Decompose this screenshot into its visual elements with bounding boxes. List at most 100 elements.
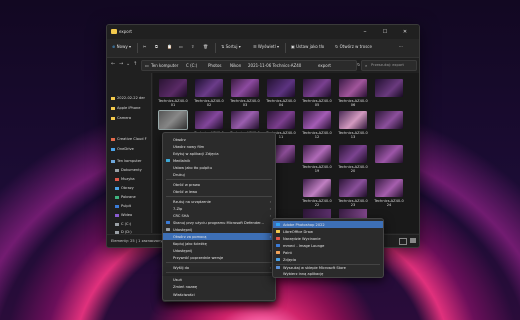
title-bar[interactable]: export – ☐ ✕ bbox=[107, 25, 419, 39]
image-thumbnail[interactable] bbox=[339, 79, 367, 97]
image-thumbnail[interactable] bbox=[195, 79, 223, 97]
menu-item-give-access[interactable]: Udostępnij › bbox=[163, 247, 275, 254]
menu-item-properties[interactable]: Właściwości bbox=[163, 291, 275, 298]
menu-item-share[interactable]: Udostępnij bbox=[163, 226, 275, 233]
open-button[interactable]: ↻ Otwórz w trosce bbox=[335, 44, 372, 49]
image-thumbnail[interactable] bbox=[159, 79, 187, 97]
back-icon[interactable]: ← bbox=[111, 61, 115, 67]
image-thumbnail[interactable] bbox=[375, 145, 403, 163]
maximize-button[interactable]: ☐ bbox=[377, 29, 393, 35]
submenu-item-libreoffice-draw[interactable]: LibreOffice Draw bbox=[273, 228, 383, 235]
refresh-icon[interactable]: ↻ bbox=[357, 62, 360, 67]
breadcrumb-export[interactable]: export bbox=[318, 63, 331, 68]
share-icon[interactable]: ⇪ bbox=[191, 44, 194, 49]
thumbnail-view-icon[interactable] bbox=[410, 238, 416, 243]
submenu-item-paint[interactable]: Paint bbox=[273, 249, 383, 256]
submenu-item-photos[interactable]: Zdjęcia bbox=[273, 256, 383, 263]
sidebar-item-desktop[interactable]: Pulpit bbox=[115, 204, 131, 208]
breadcrumb-photos[interactable]: Photos bbox=[208, 63, 222, 68]
image-thumbnail[interactable] bbox=[375, 111, 403, 129]
sidebar-item-documents[interactable]: Dokumenty bbox=[115, 168, 142, 172]
image-thumbnail[interactable] bbox=[267, 79, 295, 97]
image-thumbnail[interactable] bbox=[195, 111, 223, 129]
menu-item-cast[interactable]: Rzutuj na urządzenie › bbox=[163, 198, 275, 205]
view-label: Wyświetl bbox=[257, 44, 276, 49]
search-input[interactable]: ⌕ Przeszukaj: export bbox=[361, 60, 417, 71]
breadcrumb-c[interactable]: C (C:) bbox=[186, 63, 197, 68]
computer-icon: ▭ bbox=[145, 63, 149, 68]
sidebar-item-downloads[interactable]: Pobrane bbox=[115, 195, 136, 199]
close-button[interactable]: ✕ bbox=[397, 29, 413, 35]
menu-item-rotate-left[interactable]: Obróć w lewo bbox=[163, 188, 275, 195]
paint-icon bbox=[276, 251, 280, 254]
paste-icon[interactable]: 📋 bbox=[167, 44, 172, 49]
menu-item-media[interactable]: Medialnik bbox=[163, 157, 275, 164]
image-thumbnail[interactable] bbox=[267, 111, 295, 129]
menu-item-open-with[interactable]: Otwórz za pomocą › bbox=[163, 233, 275, 240]
menu-item-print[interactable]: Drukuj bbox=[163, 171, 275, 178]
sidebar-item-creative-cloud[interactable]: Creative Cloud F bbox=[111, 137, 147, 141]
image-thumbnail[interactable] bbox=[231, 111, 259, 129]
menu-item-new-video[interactable]: Utwórz nowy film bbox=[163, 143, 275, 150]
sidebar-item-apple-iphone[interactable]: Apple iPhone bbox=[111, 106, 141, 110]
menu-item-set-background[interactable]: Ustaw jako tło pulpitu bbox=[163, 164, 275, 171]
sort-button[interactable]: ⇅ Sortuj ▾ bbox=[221, 44, 241, 49]
set-wallpaper-button[interactable]: ▣ Ustaw jako tło bbox=[291, 44, 324, 49]
rename-icon[interactable]: ▭ bbox=[179, 44, 183, 49]
divider bbox=[137, 43, 138, 53]
submenu-item-choose-app[interactable]: Wybierz inną aplikację bbox=[273, 270, 383, 277]
breadcrumb-this-pc[interactable]: Ten komputer bbox=[151, 63, 178, 68]
chevron-down-icon[interactable]: ⌄ bbox=[126, 61, 130, 67]
image-thumbnail[interactable] bbox=[339, 111, 367, 129]
menu-item-restore-versions[interactable]: Przywróć poprzednie wersje bbox=[163, 254, 275, 261]
copy-icon[interactable]: ⧉ bbox=[155, 44, 158, 49]
image-thumbnail[interactable] bbox=[375, 79, 403, 97]
image-thumbnail[interactable] bbox=[231, 79, 259, 97]
image-thumbnail[interactable] bbox=[303, 111, 331, 129]
forward-icon[interactable]: → bbox=[119, 61, 123, 67]
details-view-icon[interactable] bbox=[399, 238, 407, 245]
menu-item-rename[interactable]: Zmień nazwę bbox=[163, 283, 275, 290]
breadcrumb-nikon[interactable]: Nikon bbox=[230, 63, 241, 68]
sidebar-item-pictures[interactable]: Obrazy bbox=[115, 186, 134, 190]
new-button[interactable]: ⊕ Nowy ▾ bbox=[112, 44, 131, 49]
sidebar-item-folder-2022[interactable]: 2022-02-22 der bbox=[111, 96, 145, 100]
menu-item-copy-path[interactable]: Kopiuj jako ścieżkę bbox=[163, 240, 275, 247]
menu-item-crc-sha[interactable]: CRC SHA › bbox=[163, 212, 275, 219]
menu-item-rotate-right[interactable]: Obróć w prawo bbox=[163, 181, 275, 188]
up-icon[interactable]: ↑ bbox=[133, 61, 137, 67]
minimize-button[interactable]: – bbox=[357, 28, 373, 35]
submenu-item-photoshop[interactable]: Adobe Photoshop 2022 bbox=[273, 221, 383, 228]
submenu-item-image-lounge[interactable]: mmeci - Image Lounge bbox=[273, 242, 383, 249]
sidebar-item-onedrive[interactable]: OneDrive bbox=[111, 147, 134, 151]
menu-item-edit-photos[interactable]: Edytuj w aplikacji Zdjęcia bbox=[163, 150, 275, 157]
image-thumbnail[interactable] bbox=[303, 145, 331, 163]
sidebar-item-music[interactable]: Muzyka bbox=[115, 177, 135, 181]
address-bar[interactable]: ▭ Ten komputer C (C:) Photos Nikon 2021-… bbox=[141, 60, 357, 71]
menu-item-send-to[interactable]: Wyślij do › bbox=[163, 264, 275, 271]
menu-item-defender-scan[interactable]: Skanuj przy użyciu programu Microsoft De… bbox=[163, 219, 275, 226]
delete-icon[interactable]: 🗑 bbox=[203, 44, 208, 49]
image-thumbnail[interactable] bbox=[339, 145, 367, 163]
image-thumbnail[interactable] bbox=[303, 179, 331, 197]
menu-divider bbox=[166, 262, 272, 263]
submenu-item-snipping-tool[interactable]: Narzędzie Wycinanie bbox=[273, 235, 383, 242]
divider bbox=[215, 43, 216, 53]
cut-icon[interactable]: ✂ bbox=[143, 44, 146, 49]
view-button[interactable]: ☰ Wyświetl ▾ bbox=[253, 44, 279, 49]
menu-item-7zip[interactable]: 7-Zip › bbox=[163, 205, 275, 212]
image-thumbnail-selected[interactable] bbox=[158, 110, 188, 130]
more-button[interactable]: ··· bbox=[399, 44, 403, 49]
image-thumbnail[interactable] bbox=[303, 79, 331, 97]
menu-item-delete[interactable]: Usuń bbox=[163, 276, 275, 283]
sidebar-item-videos[interactable]: Wideo bbox=[115, 213, 132, 217]
sidebar-item-this-pc[interactable]: Ten komputer bbox=[111, 159, 142, 163]
image-thumbnail[interactable] bbox=[339, 179, 367, 197]
breadcrumb-folder[interactable]: 2021-11-06 Technics-AZ40 bbox=[248, 63, 301, 68]
menu-item-open[interactable]: Otwórz bbox=[163, 136, 275, 143]
image-thumbnail[interactable] bbox=[375, 179, 403, 197]
sidebar-item-camera[interactable]: Camera bbox=[111, 116, 131, 120]
document-icon bbox=[115, 168, 119, 172]
sidebar-item-drive-c[interactable]: C (C:) bbox=[115, 222, 131, 226]
picture-icon bbox=[115, 186, 119, 190]
